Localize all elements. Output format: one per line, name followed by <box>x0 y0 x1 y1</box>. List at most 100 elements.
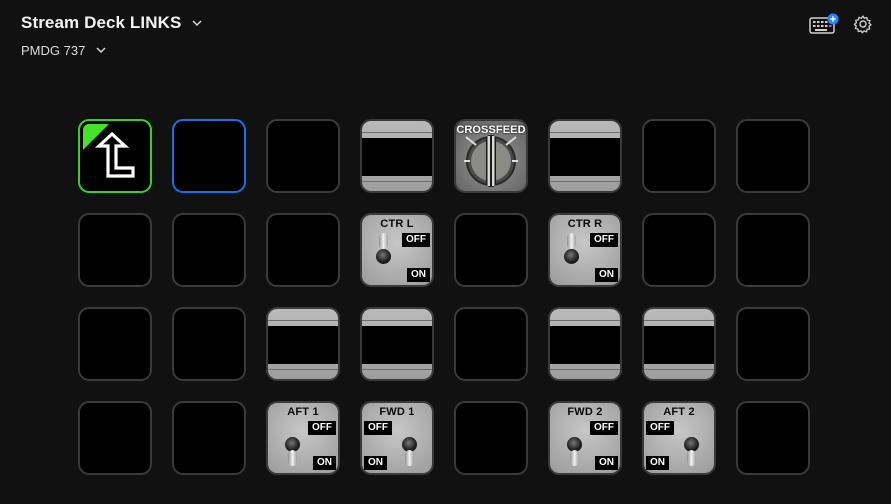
switch-label: AFT 2 <box>663 406 695 418</box>
gear-icon[interactable] <box>853 14 873 34</box>
key-empty[interactable] <box>736 307 810 381</box>
off-tag: OFF <box>308 421 336 435</box>
panel-line <box>550 369 620 370</box>
switch-face: AFT 2 OFF ON <box>644 403 714 473</box>
profile-row[interactable]: PMDG 737 <box>21 41 203 59</box>
key-empty[interactable] <box>266 119 340 193</box>
panel-black-bar <box>362 326 432 364</box>
panel-black-bar <box>362 138 432 176</box>
off-tag: OFF <box>364 421 392 435</box>
key-fuel-pump-aft-1[interactable]: AFT 1 OFF ON <box>266 401 340 475</box>
app-title[interactable]: Stream Deck LINKS <box>21 13 181 33</box>
key-empty[interactable] <box>736 213 810 287</box>
key-panel-blank[interactable] <box>266 307 340 381</box>
crossfeed-face: CROSSFEED <box>456 121 526 191</box>
switch-face: CTR R OFF ON <box>550 215 620 285</box>
key-back-folder[interactable] <box>78 119 152 193</box>
switch-label: AFT 1 <box>287 406 319 418</box>
key-crossfeed-valve[interactable]: CROSSFEED <box>454 119 528 193</box>
key-empty[interactable] <box>78 213 152 287</box>
toggle-lever-icon <box>405 450 414 466</box>
panel-face <box>550 121 620 191</box>
switch-label: CTR R <box>567 218 603 230</box>
panel-black-bar <box>550 326 620 364</box>
switch-label: FWD 1 <box>379 406 415 418</box>
back-arrow-icon <box>94 131 135 178</box>
panel-line <box>268 369 338 370</box>
off-tag: OFF <box>590 233 618 247</box>
panel-line <box>644 369 714 370</box>
on-tag: ON <box>364 456 387 470</box>
panel-face <box>362 309 432 379</box>
key-fuel-pump-fwd-2[interactable]: FWD 2 OFF ON <box>548 401 622 475</box>
key-panel-blank[interactable] <box>548 307 622 381</box>
toggle-lever-icon <box>567 233 576 249</box>
crossfeed-label: CROSSFEED <box>456 124 526 136</box>
key-empty[interactable] <box>642 119 716 193</box>
key-empty[interactable] <box>736 401 810 475</box>
key-empty[interactable] <box>172 307 246 381</box>
on-tag: ON <box>407 268 430 282</box>
profile-selector[interactable]: PMDG 737 <box>21 43 85 58</box>
key-empty[interactable] <box>454 401 528 475</box>
switch-face: AFT 1 OFF ON <box>268 403 338 473</box>
title-row[interactable]: Stream Deck LINKS <box>21 12 203 34</box>
header: Stream Deck LINKS PMDG 737 <box>21 12 203 59</box>
key-empty[interactable] <box>454 213 528 287</box>
top-right-toolbar <box>809 13 873 35</box>
panel-line <box>644 320 714 321</box>
panel-line <box>362 369 432 370</box>
switch-face: CTR L OFF ON <box>362 215 432 285</box>
key-empty[interactable] <box>736 119 810 193</box>
toggle-lever-icon <box>379 233 388 249</box>
key-panel-blank[interactable] <box>548 119 622 193</box>
switch-label: FWD 2 <box>567 406 603 418</box>
off-tag: OFF <box>590 421 618 435</box>
panel-line <box>362 132 432 133</box>
panel-line <box>268 320 338 321</box>
switch-face: FWD 1 OFF ON <box>362 403 432 473</box>
key-empty[interactable] <box>78 307 152 381</box>
key-empty[interactable] <box>172 213 246 287</box>
toggle-base <box>564 249 579 264</box>
keyboard-plus-icon[interactable] <box>809 13 839 35</box>
panel-black-bar <box>268 326 338 364</box>
on-tag: ON <box>595 268 618 282</box>
key-fuel-pump-aft-2[interactable]: AFT 2 OFF ON <box>642 401 716 475</box>
panel-face <box>362 121 432 191</box>
panel-black-bar <box>550 138 620 176</box>
panel-line <box>550 181 620 182</box>
switch-face: FWD 2 OFF ON <box>550 403 620 473</box>
off-tag: OFF <box>402 233 430 247</box>
panel-line <box>362 181 432 182</box>
panel-line <box>362 320 432 321</box>
switch-label: CTR L <box>380 218 414 230</box>
toggle-base <box>376 249 391 264</box>
panel-face <box>550 309 620 379</box>
panel-line <box>550 320 620 321</box>
key-panel-blank[interactable] <box>360 307 434 381</box>
toggle-lever-icon <box>687 450 696 466</box>
key-empty[interactable] <box>266 213 340 287</box>
chevron-down-icon[interactable] <box>95 44 107 56</box>
on-tag: ON <box>646 456 669 470</box>
key-empty-selected[interactable] <box>172 119 246 193</box>
key-fuel-pump-ctr-r[interactable]: CTR R OFF ON <box>548 213 622 287</box>
key-fuel-pump-fwd-1[interactable]: FWD 1 OFF ON <box>360 401 434 475</box>
key-empty[interactable] <box>78 401 152 475</box>
on-tag: ON <box>595 456 618 470</box>
key-empty[interactable] <box>454 307 528 381</box>
back-key-face <box>83 124 147 188</box>
on-tag: ON <box>313 456 336 470</box>
panel-black-bar <box>644 326 714 364</box>
key-empty[interactable] <box>172 401 246 475</box>
panel-line <box>550 132 620 133</box>
off-tag: OFF <box>646 421 674 435</box>
key-empty[interactable] <box>642 213 716 287</box>
panel-face <box>268 309 338 379</box>
key-fuel-pump-ctr-l[interactable]: CTR L OFF ON <box>360 213 434 287</box>
key-panel-blank[interactable] <box>360 119 434 193</box>
chevron-down-icon[interactable] <box>191 17 203 29</box>
key-panel-blank[interactable] <box>642 307 716 381</box>
toggle-lever-icon <box>570 450 579 466</box>
